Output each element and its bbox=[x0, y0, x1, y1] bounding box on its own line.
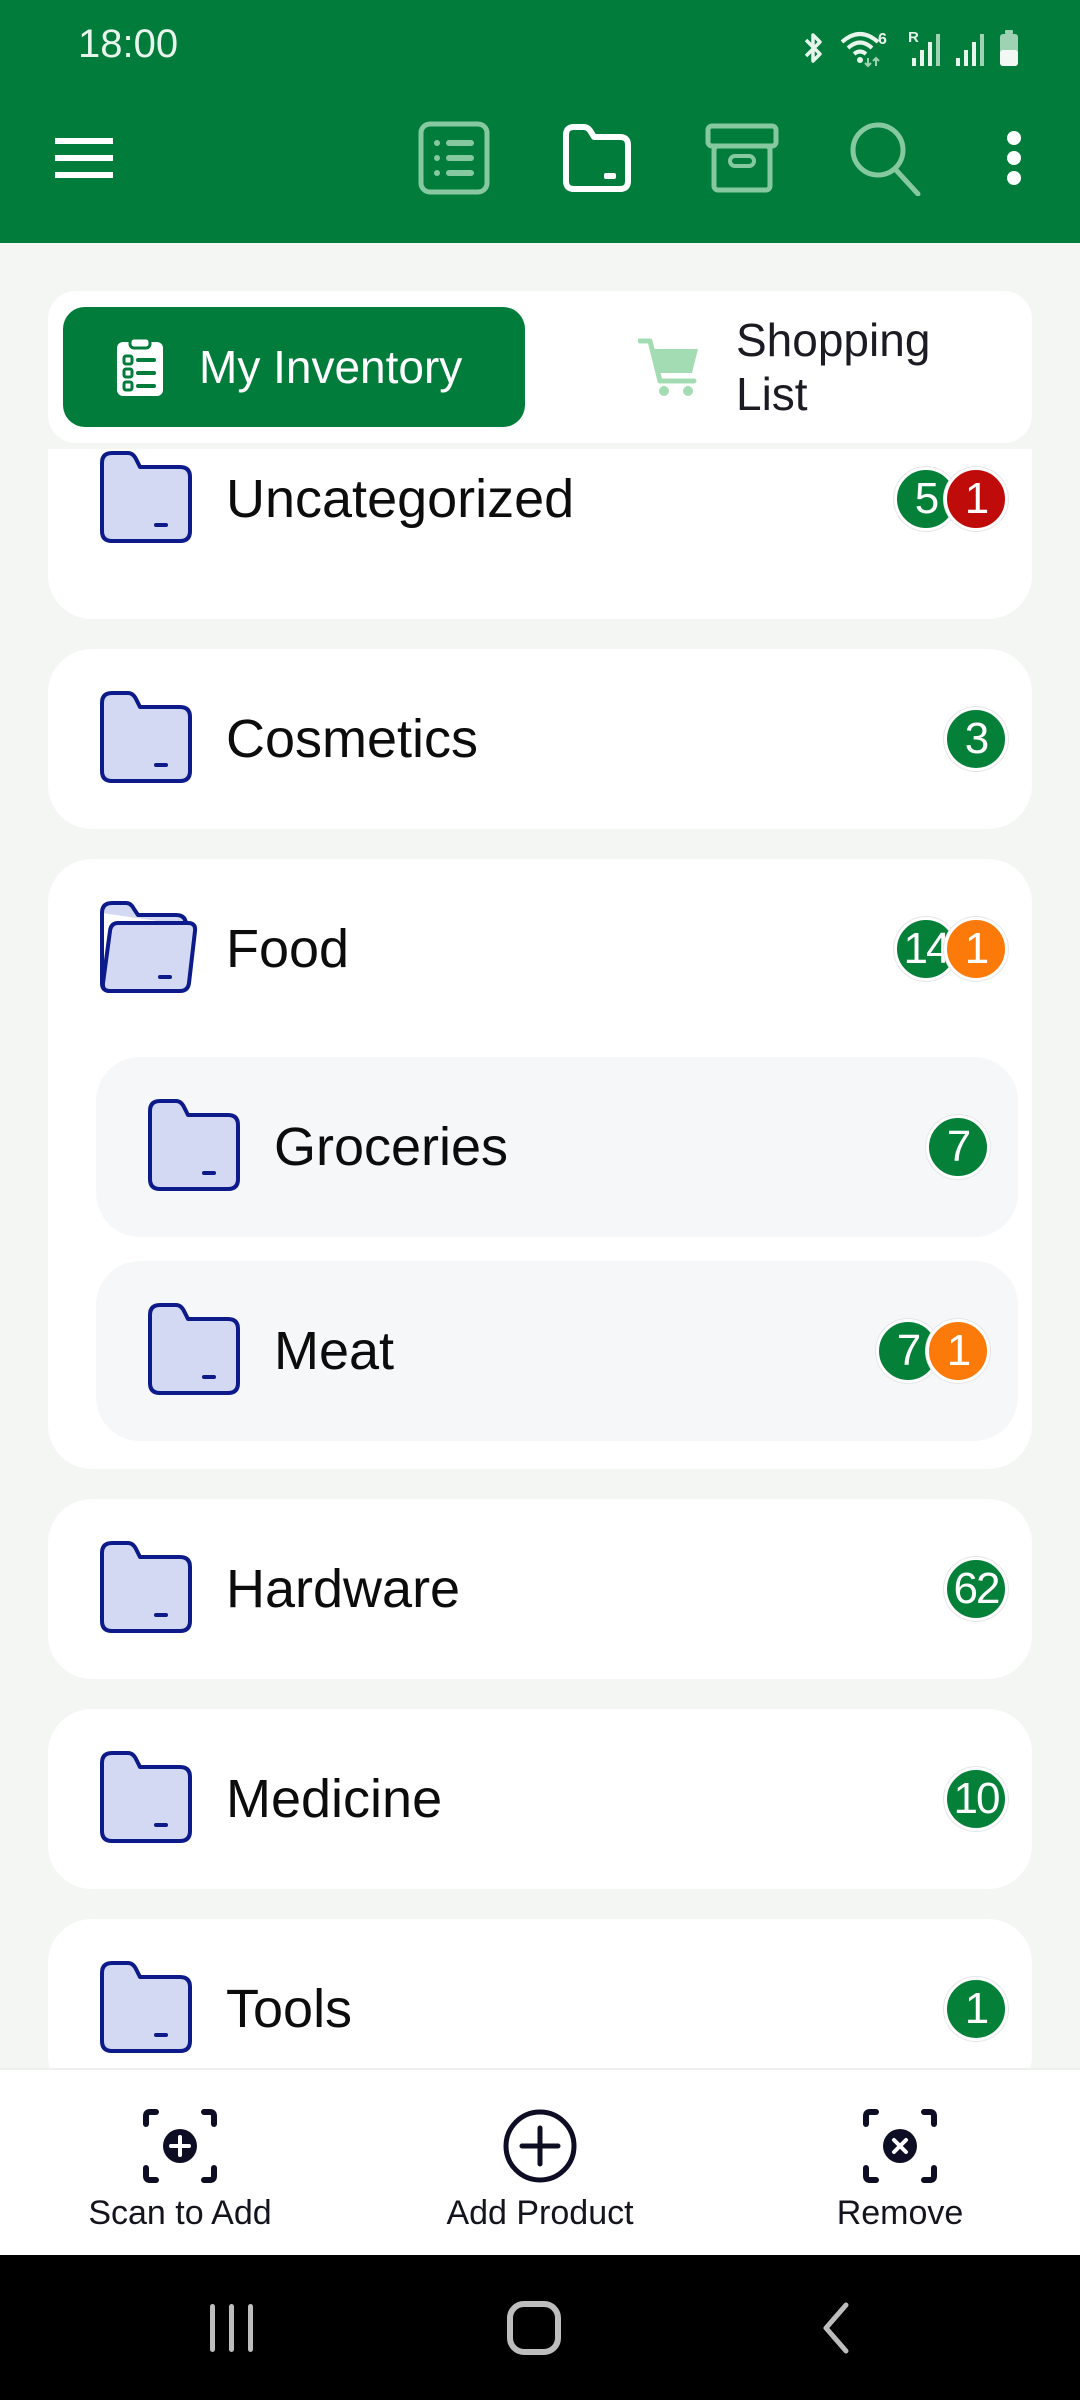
clipboard-list-icon bbox=[117, 338, 163, 396]
folder-icon bbox=[96, 689, 196, 790]
add-circle-icon bbox=[502, 2106, 578, 2186]
svg-text:R: R bbox=[908, 29, 919, 46]
category-name: Uncategorized bbox=[226, 469, 575, 529]
tab-shopping-list-label: Shopping List bbox=[736, 314, 931, 420]
folder-view-button[interactable] bbox=[556, 118, 636, 198]
category-row[interactable]: Uncategorized 5 1 bbox=[48, 409, 1032, 589]
tab-my-inventory-label: My Inventory bbox=[199, 341, 463, 393]
bluetooth-icon bbox=[804, 33, 822, 63]
subcategory-content: Meat 7 1 bbox=[96, 1261, 1018, 1441]
menu-button[interactable] bbox=[44, 118, 124, 198]
home-button[interactable] bbox=[474, 2283, 594, 2373]
inventory-screen: 18:00 6 R My Inventory Shopping List Unc… bbox=[0, 0, 1080, 2400]
subcategory-row[interactable]: Groceries 7 bbox=[96, 1057, 1018, 1237]
wifi-icon: 6 bbox=[840, 31, 887, 68]
remove-button[interactable]: Remove bbox=[780, 2070, 1020, 2257]
list-icon bbox=[418, 121, 490, 195]
system-nav-bar bbox=[0, 2255, 1080, 2400]
folder-icon bbox=[96, 1959, 196, 2060]
hamburger-menu-icon bbox=[55, 138, 113, 178]
in-stock-count-badge: 1 bbox=[944, 1977, 1008, 2041]
expiring-count-badge: 1 bbox=[944, 917, 1008, 981]
category-name: Food bbox=[226, 919, 350, 979]
category-name: Cosmetics bbox=[226, 709, 479, 769]
scan-remove-icon bbox=[862, 2106, 938, 2186]
category-name: Hardware bbox=[226, 1559, 461, 1619]
signal-r-icon: R bbox=[908, 29, 940, 66]
count-badges: 3 bbox=[944, 707, 1008, 771]
subcategory-name: Groceries bbox=[274, 1117, 509, 1177]
count-badges: 7 bbox=[926, 1115, 990, 1179]
count-badges: 14 1 bbox=[894, 917, 1008, 981]
category-name: Tools bbox=[226, 1979, 353, 2039]
folder-icon bbox=[144, 1097, 244, 1198]
list-view-button[interactable] bbox=[414, 118, 494, 198]
status-icons: 6 R bbox=[798, 28, 1020, 68]
in-stock-count-badge: 3 bbox=[944, 707, 1008, 771]
count-badges: 10 bbox=[944, 1767, 1008, 1831]
category-card-expanded: Food 14 1 Groceries 7 Meat 7 1 bbox=[48, 859, 1032, 1469]
folder-icon bbox=[144, 1301, 244, 1402]
content-sheet: My Inventory Shopping List Uncategorized… bbox=[0, 243, 1080, 2068]
recents-icon bbox=[210, 2304, 253, 2352]
back-icon bbox=[823, 2302, 849, 2354]
folder-icon bbox=[96, 1539, 196, 1640]
count-badges: 7 1 bbox=[876, 1319, 990, 1383]
folder-icon bbox=[96, 449, 196, 550]
status-time: 18:00 bbox=[78, 22, 179, 66]
folder-icon bbox=[96, 1749, 196, 1850]
scan-add-icon bbox=[142, 2106, 218, 2186]
in-stock-count-badge: 7 bbox=[926, 1115, 990, 1179]
subcategory-name: Meat bbox=[274, 1321, 395, 1381]
category-row[interactable]: Medicine 10 bbox=[48, 1709, 1032, 1889]
bottom-action-bar: Scan to Add Add Product Remove bbox=[0, 2068, 1080, 2255]
category-row[interactable]: Food 14 1 bbox=[48, 859, 1032, 1039]
more-vertical-icon bbox=[1007, 131, 1021, 185]
category-card[interactable]: Uncategorized 5 1 bbox=[48, 449, 1032, 619]
scan-to-add-label: Scan to Add bbox=[88, 2194, 272, 2232]
category-card[interactable]: Medicine 10 bbox=[48, 1709, 1032, 1889]
category-row[interactable]: Cosmetics 3 bbox=[48, 649, 1032, 829]
svg-text:6: 6 bbox=[878, 31, 887, 48]
category-card[interactable]: Cosmetics 3 bbox=[48, 649, 1032, 829]
shopping-cart-icon bbox=[638, 337, 700, 397]
more-options-button[interactable] bbox=[974, 118, 1054, 198]
archive-button[interactable] bbox=[702, 118, 782, 198]
signal-icon bbox=[956, 34, 984, 66]
in-stock-count-badge: 10 bbox=[944, 1767, 1008, 1831]
home-icon bbox=[507, 2301, 561, 2355]
category-row[interactable]: Tools 1 bbox=[48, 1919, 1032, 2068]
archive-box-icon bbox=[705, 123, 779, 193]
back-button[interactable] bbox=[776, 2283, 896, 2373]
count-badges: 1 bbox=[944, 1977, 1008, 2041]
category-row[interactable]: Hardware 62 bbox=[48, 1499, 1032, 1679]
folder-open-icon bbox=[96, 899, 200, 1000]
category-card[interactable]: Tools 1 bbox=[48, 1919, 1032, 2068]
recents-button[interactable] bbox=[172, 2283, 292, 2373]
add-product-label: Add Product bbox=[446, 2194, 634, 2232]
scan-to-add-button[interactable]: Scan to Add bbox=[60, 2070, 300, 2257]
search-icon bbox=[850, 122, 921, 196]
expiring-count-badge: 1 bbox=[926, 1319, 990, 1383]
battery-icon bbox=[1000, 30, 1018, 66]
count-badges: 62 bbox=[944, 1557, 1008, 1621]
category-card[interactable]: Hardware 62 bbox=[48, 1499, 1032, 1679]
app-bar: 18:00 6 R bbox=[0, 0, 1080, 243]
category-name: Medicine bbox=[226, 1769, 443, 1829]
search-button[interactable] bbox=[846, 118, 926, 198]
in-stock-count-badge: 62 bbox=[944, 1557, 1008, 1621]
add-product-button[interactable]: Add Product bbox=[420, 2070, 660, 2257]
count-badges: 5 1 bbox=[894, 467, 1008, 531]
folder-icon bbox=[563, 124, 631, 192]
expired-count-badge: 1 bbox=[944, 467, 1008, 531]
subcategory-row[interactable]: Meat 7 1 bbox=[96, 1261, 1018, 1441]
subcategory-content: Groceries 7 bbox=[96, 1057, 1018, 1237]
remove-label: Remove bbox=[836, 2194, 964, 2232]
